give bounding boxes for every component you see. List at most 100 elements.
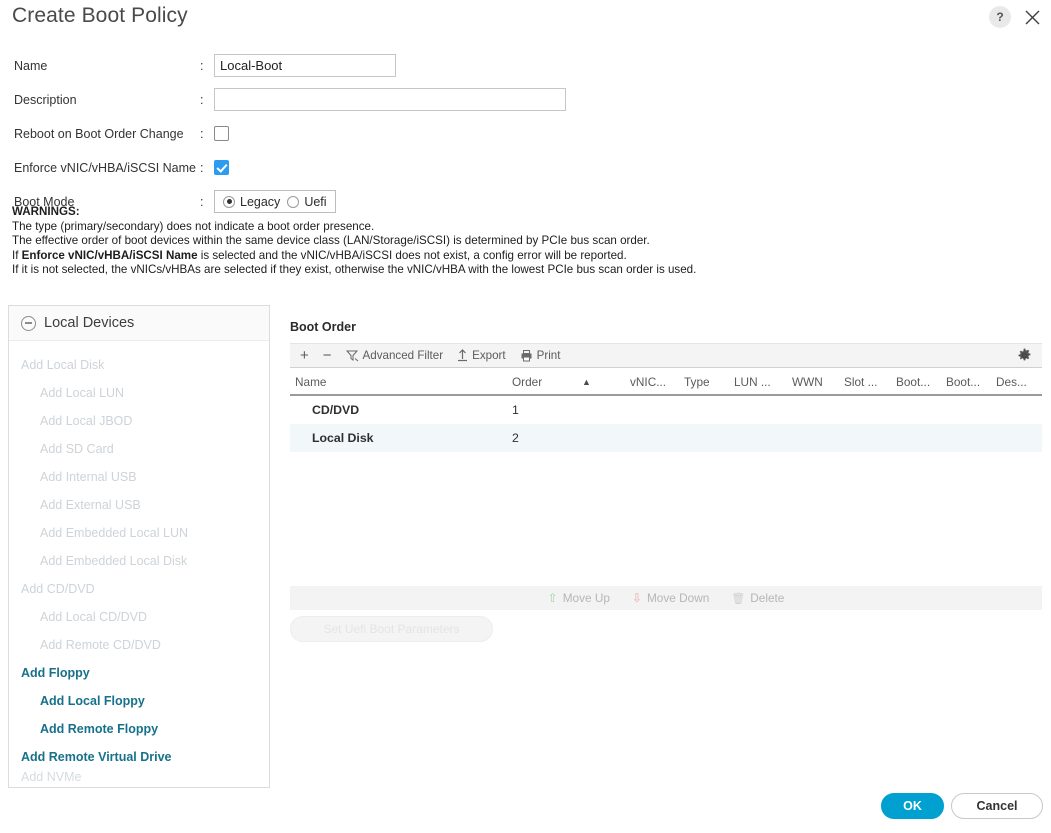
warnings-block: WARNINGS: The type (primary/secondary) d… — [12, 205, 1032, 278]
boot-order-action-bar: ⇧ Move Up ⇩ Move Down 🗑 Delete — [290, 586, 1042, 610]
print-button[interactable]: Print — [520, 349, 561, 362]
print-label: Print — [536, 349, 561, 362]
enforce-name-checkbox[interactable] — [214, 160, 229, 175]
move-down-button: ⇩ Move Down — [632, 591, 709, 605]
boot-order-table: Name Order ▲ vNIC... Type LUN ... WWN Sl… — [290, 370, 1042, 452]
move-up-button: ⇧ Move Up — [548, 591, 610, 605]
local-devices-title: Local Devices — [44, 315, 135, 331]
list-item-add-remote-floppy[interactable]: Add Remote Floppy — [9, 715, 269, 743]
dialog-footer: OK Cancel — [0, 788, 1051, 833]
close-icon[interactable] — [1021, 6, 1043, 28]
list-item-add-local-floppy[interactable]: Add Local Floppy — [9, 687, 269, 715]
warning-line-3: If Enforce vNIC/vHBA/iSCSI Name is selec… — [12, 249, 1032, 264]
arrow-up-icon: ⇧ — [547, 591, 558, 605]
header-icon-group: ? — [989, 6, 1043, 28]
table-header-row: Name Order ▲ vNIC... Type LUN ... WWN Sl… — [290, 370, 1042, 396]
column-header-slot[interactable]: Slot ... — [838, 375, 890, 389]
export-button[interactable]: Export — [457, 349, 506, 362]
form-row-reboot-on-change: Reboot on Boot Order Change : — [0, 122, 1051, 145]
warning-line-3-bold: Enforce vNIC/vHBA/iSCSI Name — [21, 248, 198, 262]
column-header-boot-1[interactable]: Boot... — [890, 375, 940, 389]
add-icon[interactable]: + — [300, 348, 309, 363]
list-item: Add Local LUN — [40, 386, 125, 400]
warning-line-4: If it is not selected, the vNICs/vHBAs a… — [12, 263, 697, 277]
list-item: Add Local JBOD — [40, 414, 133, 428]
enforce-name-colon: : — [200, 160, 204, 175]
name-input[interactable] — [214, 54, 396, 77]
sort-ascending-icon[interactable]: ▲ — [576, 377, 624, 387]
column-header-vnic[interactable]: vNIC... — [624, 375, 678, 389]
cell-order: 1 — [512, 403, 519, 417]
remove-icon[interactable]: − — [323, 348, 332, 363]
boot-order-toolbar: + − Advanced Filter Export Print — [290, 343, 1042, 368]
list-item: Add SD Card — [40, 442, 114, 456]
advanced-filter-button[interactable]: Advanced Filter — [345, 349, 444, 362]
local-devices-panel: Local Devices Add Local Disk Add Local L… — [8, 305, 270, 788]
page-title: Create Boot Policy — [12, 4, 188, 27]
list-item: Add Local CD/DVD — [40, 610, 147, 624]
table-row[interactable]: Local Disk 2 — [290, 424, 1042, 452]
cancel-button[interactable]: Cancel — [951, 793, 1043, 819]
description-colon: : — [200, 92, 204, 107]
column-header-wwn[interactable]: WWN — [786, 375, 838, 389]
description-label: Description — [14, 92, 77, 107]
list-item: Add Embedded Local LUN — [40, 526, 189, 540]
help-icon[interactable]: ? — [989, 6, 1011, 28]
column-header-description[interactable]: Des... — [990, 375, 1038, 389]
list-item: Add Internal USB — [40, 470, 137, 484]
circle-minus-icon[interactable] — [21, 315, 36, 331]
local-devices-header[interactable]: Local Devices — [9, 306, 269, 341]
policy-form: Name : Description : Reboot on Boot Orde… — [0, 54, 1051, 224]
warning-line-3-pre: If — [12, 248, 22, 262]
list-item: Add CD/DVD — [21, 582, 95, 596]
list-item: Add External USB — [40, 498, 141, 512]
delete-label: Delete — [750, 591, 785, 605]
trash-icon: 🗑 — [731, 592, 746, 605]
warning-line-3-post: is selected and the vNIC/vHBA/iSCSI does… — [197, 248, 627, 262]
list-item-add-remote-virtual-drive[interactable]: Add Remote Virtual Drive — [9, 743, 269, 771]
list-item: Add Embedded Local Disk — [40, 554, 188, 568]
warnings-heading: WARNINGS: — [12, 205, 80, 218]
export-icon — [458, 349, 468, 362]
name-label: Name — [14, 58, 48, 73]
column-header-type[interactable]: Type — [678, 375, 728, 389]
ok-button[interactable]: OK — [881, 793, 944, 819]
create-boot-policy-dialog: Create Boot Policy ? Name : Description … — [0, 0, 1051, 833]
advanced-filter-label: Advanced Filter — [362, 349, 444, 362]
delete-button: 🗑 Delete — [731, 591, 784, 605]
list-item: Add Local Disk — [21, 358, 105, 372]
column-header-order[interactable]: Order — [506, 375, 576, 389]
boot-order-title: Boot Order — [290, 320, 356, 334]
cell-order: 2 — [512, 431, 519, 445]
column-header-boot-2[interactable]: Boot... — [940, 375, 990, 389]
form-row-description: Description : — [0, 88, 1051, 111]
column-header-name[interactable]: Name — [290, 375, 506, 389]
column-header-lun[interactable]: LUN ... — [728, 375, 786, 389]
list-item: Add Remote CD/DVD — [40, 638, 161, 652]
set-uefi-boot-parameters-button: Set Uefi Boot Parameters — [290, 616, 493, 642]
gear-icon[interactable] — [1017, 348, 1032, 363]
export-label: Export — [472, 349, 506, 362]
warning-line-2: The effective order of boot devices with… — [12, 234, 650, 248]
form-row-enforce-name: Enforce vNIC/vHBA/iSCSI Name : — [0, 156, 1051, 179]
cell-name: CD/DVD — [312, 403, 360, 417]
reboot-on-change-checkbox[interactable] — [214, 126, 229, 141]
move-up-label: Move Up — [562, 591, 610, 605]
enforce-name-label: Enforce vNIC/vHBA/iSCSI Name — [14, 160, 196, 175]
arrow-down-icon: ⇩ — [631, 591, 642, 605]
description-input[interactable] — [214, 88, 566, 111]
form-row-name: Name : — [0, 54, 1051, 77]
warning-line-1: The type (primary/secondary) does not in… — [12, 219, 375, 233]
reboot-on-change-label: Reboot on Boot Order Change — [14, 126, 184, 141]
list-item: Add NVMe — [21, 771, 82, 784]
local-devices-list: Add Local Disk Add Local LUN Add Local J… — [9, 341, 269, 785]
dialog-header: Create Boot Policy ? — [0, 0, 1051, 42]
table-row[interactable]: CD/DVD 1 — [290, 396, 1042, 424]
reboot-on-change-colon: : — [200, 126, 204, 141]
move-down-label: Move Down — [646, 591, 710, 605]
filter-icon — [345, 350, 358, 362]
name-colon: : — [200, 58, 204, 73]
printer-icon — [521, 350, 532, 362]
cell-name: Local Disk — [312, 431, 374, 445]
list-item-add-floppy[interactable]: Add Floppy — [9, 659, 269, 687]
